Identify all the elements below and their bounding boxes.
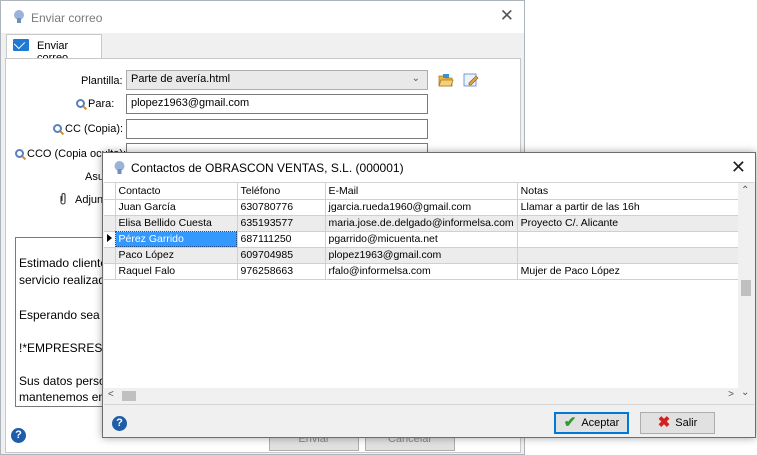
search-icon[interactable] [15, 149, 24, 158]
table-row[interactable]: Elisa Bellido Cuesta 635193577 maria.jos… [104, 215, 748, 232]
search-icon[interactable] [76, 99, 85, 108]
plantilla-value: Parte de avería.html [131, 73, 231, 85]
cell-notas[interactable] [517, 247, 748, 264]
cell-email[interactable]: jgarcia.rueda1960@gmail.com [325, 199, 518, 216]
para-label-wrap: Para: [76, 98, 114, 110]
cc-input[interactable] [126, 119, 428, 139]
table-row[interactable]: Paco López 609704985 plopez1963@gmail.co… [104, 247, 748, 264]
cell-email[interactable]: plopez1963@gmail.com [325, 247, 518, 264]
x-icon: ✖ [657, 414, 671, 431]
cell-notas[interactable]: Llamar a partir de las 16h [517, 199, 748, 216]
body-line: !*EMPRESRES [19, 341, 103, 355]
body-line: Sus datos perso [19, 374, 105, 388]
cell-email[interactable]: pgarrido@micuenta.net [325, 231, 518, 248]
close-icon[interactable]: ✕ [731, 157, 746, 177]
dialog-titlebar: Contactos de OBRASCON VENTAS, S.L. (0000… [103, 153, 755, 182]
column-header-contacto[interactable]: Contacto [115, 183, 238, 200]
contactos-dialog: Contactos de OBRASCON VENTAS, S.L. (0000… [102, 152, 756, 438]
aceptar-button[interactable]: ✔ Aceptar [554, 412, 629, 434]
body-line: mantenemos en [19, 390, 105, 404]
cell-notas[interactable]: Proyecto C/. Alicante [517, 215, 748, 232]
chevron-left-icon[interactable]: < [108, 389, 114, 400]
chevron-down-icon: ⌄ [411, 73, 420, 84]
table-row[interactable]: Raquel Falo 976258663 rfalo@informelsa.c… [104, 263, 748, 280]
para-value: plopez1963@gmail.com [131, 97, 250, 109]
chevron-up-icon[interactable]: ⌃ [741, 185, 749, 196]
contacts-grid: Contacto Teléfono E-Mail Notas Juan Garc… [104, 182, 754, 405]
search-icon[interactable] [53, 124, 62, 133]
cell-telefono[interactable]: 609704985 [237, 247, 326, 264]
column-header-email[interactable]: E-Mail [325, 183, 518, 200]
app-icon [114, 161, 125, 174]
row-indicator [104, 215, 116, 232]
salir-button[interactable]: ✖ Salir [640, 412, 715, 434]
row-indicator-header [104, 183, 116, 200]
cell-notas[interactable] [517, 231, 748, 248]
current-row-arrow-icon [107, 234, 112, 242]
app-icon [14, 10, 24, 23]
window-titlebar: Enviar correo ✕ [1, 1, 524, 33]
plantilla-select[interactable]: Parte de avería.html ⌄ [126, 70, 428, 90]
help-icon[interactable]: ? [112, 416, 127, 431]
aceptar-label: Aceptar [581, 417, 620, 429]
para-input[interactable]: plopez1963@gmail.com [126, 94, 428, 114]
adjuntos-label: Adjun [75, 194, 104, 206]
cc-label-wrap: CC (Copia): [53, 123, 123, 135]
column-header-notas[interactable]: Notas [517, 183, 748, 200]
chevron-down-icon[interactable]: ⌄ [741, 387, 749, 398]
chevron-right-icon[interactable]: > [728, 389, 734, 400]
body-line: servicio realizad [19, 273, 105, 287]
email-body-editor[interactable]: Estimado cliente servicio realizad Esper… [15, 237, 105, 407]
contacts-table: Contacto Teléfono E-Mail Notas Juan Garc… [104, 183, 748, 280]
tab-enviar-correo[interactable]: Enviar correo [6, 34, 102, 64]
cell-email[interactable]: maria.jose.de.delgado@informelsa.com [325, 215, 518, 232]
para-label: Para: [88, 98, 115, 110]
cell-telefono[interactable]: 976258663 [237, 263, 326, 280]
vertical-scrollbar[interactable]: ⌃ ⌄ [738, 183, 754, 404]
body-line: Estimado cliente [19, 256, 105, 270]
window-title: Enviar correo [31, 11, 103, 25]
scroll-thumb[interactable] [741, 280, 751, 296]
adjuntos-label-wrap: Adjun [59, 192, 103, 206]
cell-email[interactable]: rfalo@informelsa.com [325, 263, 518, 280]
paperclip-icon[interactable] [59, 192, 67, 205]
cell-contacto[interactable]: Elisa Bellido Cuesta [115, 215, 238, 232]
edit-icon[interactable] [463, 73, 479, 87]
check-icon: ✔ [563, 414, 577, 431]
cell-telefono[interactable]: 630780776 [237, 199, 326, 216]
row-indicator [104, 231, 116, 248]
cell-contacto[interactable]: Juan García [115, 199, 238, 216]
column-header-telefono[interactable]: Teléfono [237, 183, 326, 200]
salir-label: Salir [675, 417, 698, 429]
row-indicator [104, 199, 116, 216]
body-line: Esperando sea [19, 308, 100, 322]
help-icon[interactable]: ? [11, 428, 26, 443]
table-header-row: Contacto Teléfono E-Mail Notas [104, 183, 748, 200]
cell-contacto[interactable]: Pérez Garrido [115, 231, 238, 248]
row-indicator [104, 263, 116, 280]
cell-telefono[interactable]: 687111250 [237, 231, 326, 248]
cell-notas[interactable]: Mujer de Paco López [517, 263, 748, 280]
envelope-icon [13, 39, 29, 51]
table-row-selected[interactable]: Pérez Garrido 687111250 pgarrido@micuent… [104, 231, 748, 248]
dialog-title: Contactos de OBRASCON VENTAS, S.L. (0000… [131, 161, 404, 175]
cell-contacto[interactable]: Raquel Falo [115, 263, 238, 280]
scroll-thumb[interactable] [122, 391, 136, 401]
cell-telefono[interactable]: 635193577 [237, 215, 326, 232]
horizontal-scrollbar[interactable]: < > [104, 388, 738, 404]
folder-open-icon[interactable] [438, 73, 454, 87]
close-icon[interactable]: ✕ [500, 7, 514, 25]
cc-label: CC (Copia): [65, 123, 124, 135]
cell-contacto[interactable]: Paco López [115, 247, 238, 264]
table-row[interactable]: Juan García 630780776 jgarcia.rueda1960@… [104, 199, 748, 216]
plantilla-label: Plantilla: [81, 75, 123, 87]
row-indicator [104, 247, 116, 264]
